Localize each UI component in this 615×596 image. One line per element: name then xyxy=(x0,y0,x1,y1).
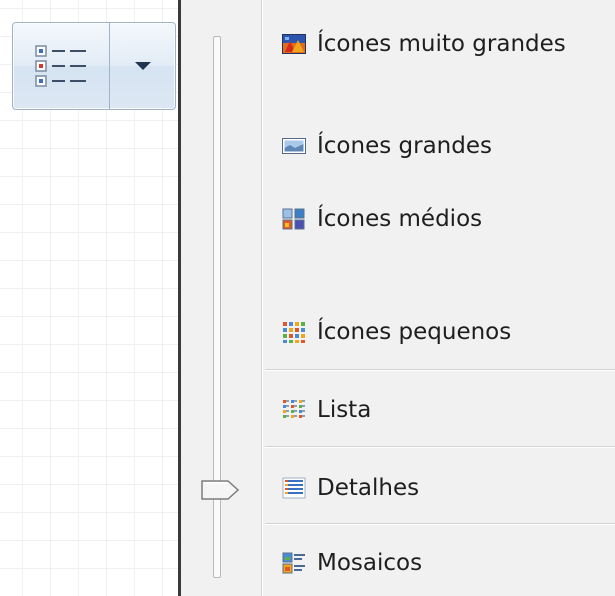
menu-item-medium-icons[interactable]: Ícones médios xyxy=(281,199,482,239)
menu-gutter-divider xyxy=(261,0,262,596)
small-icons-icon xyxy=(281,321,307,343)
details-view-icon xyxy=(35,45,86,87)
menu-separator xyxy=(265,523,615,524)
menu-separator xyxy=(265,446,615,447)
menu-item-large-icons[interactable]: Ícones grandes xyxy=(281,126,492,166)
menu-item-extra-large-icons[interactable]: Ícones muito grandes xyxy=(281,24,566,64)
view-menu: Ícones muito grandes Ícones grandes Ícon… xyxy=(178,0,615,596)
details-view-icon xyxy=(281,477,307,499)
menu-separator xyxy=(265,369,615,370)
view-dropdown-button[interactable] xyxy=(110,23,175,109)
change-view-button[interactable] xyxy=(13,23,110,109)
menu-item-list[interactable]: Lista xyxy=(281,390,371,430)
large-icons-icon xyxy=(281,135,307,157)
menu-item-tiles[interactable]: Mosaicos xyxy=(281,543,422,583)
medium-icons-icon xyxy=(281,208,307,230)
tiles-view-icon xyxy=(281,552,307,574)
list-view-icon xyxy=(281,399,307,421)
change-view-split-button[interactable] xyxy=(12,22,176,110)
menu-item-details[interactable]: Detalhes xyxy=(281,468,419,508)
dropdown-arrow-icon xyxy=(134,62,151,70)
extra-large-icons-icon xyxy=(281,33,307,55)
menu-item-small-icons[interactable]: Ícones pequenos xyxy=(281,312,511,352)
view-size-slider-thumb[interactable] xyxy=(200,479,240,501)
